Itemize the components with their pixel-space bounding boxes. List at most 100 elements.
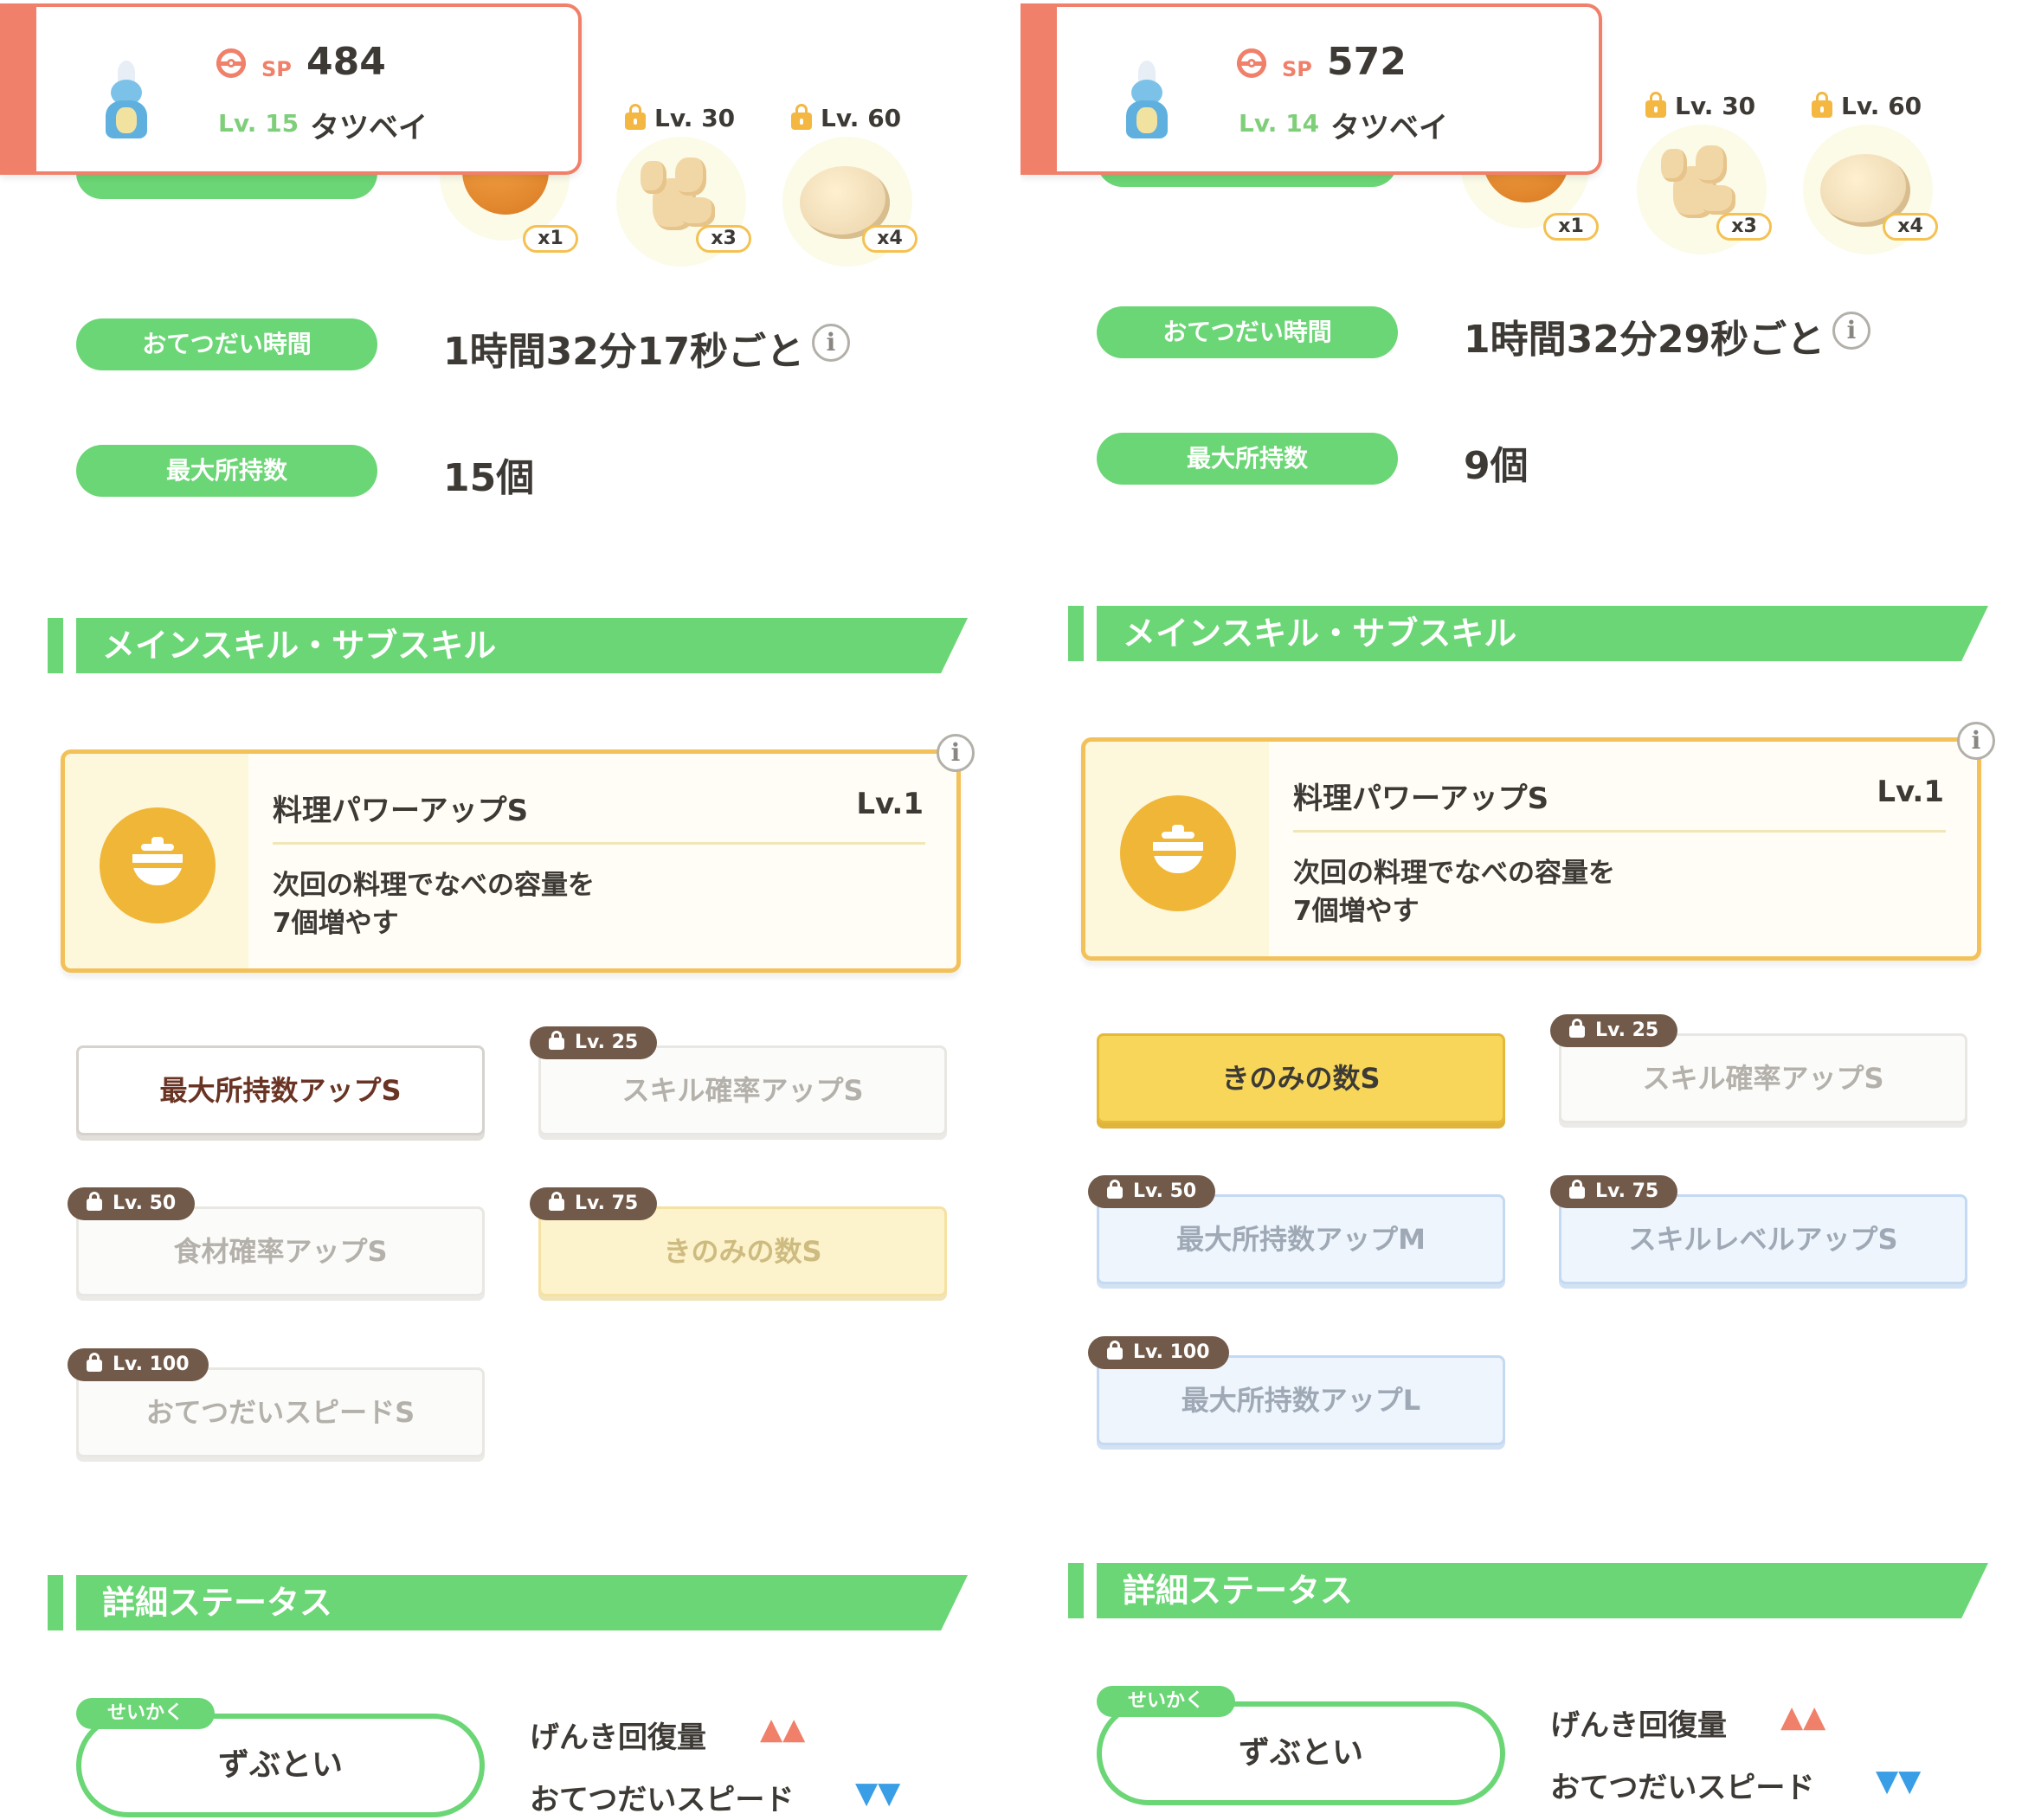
ingredient-1-count: x1 xyxy=(1543,213,1599,241)
sub-skill-5-lock-tag: Lv. 100 xyxy=(68,1348,209,1381)
lock-level: Lv. 50 xyxy=(1133,1180,1197,1202)
left-panel: x1 Lv. 30 x3 Lv. 60 x4 SP 484 Lv. 15 タツベ… xyxy=(0,0,1020,1820)
nature-tag: せいかく xyxy=(1097,1686,1235,1717)
stat-down-arrows: ▼▼ xyxy=(855,1776,901,1810)
ingredient-2-count: x3 xyxy=(1716,213,1772,241)
lock-level: Lv. 50 xyxy=(113,1193,177,1214)
main-skill-desc-line-2: 7個増やす xyxy=(273,908,399,939)
pokemon-level: Lv. 15 xyxy=(218,109,299,138)
pokemon-name: タツベイ xyxy=(1330,111,1448,145)
max-carry-label: 最大所持数 xyxy=(76,445,377,497)
bagon-icon xyxy=(102,61,152,140)
nature-tag: せいかく xyxy=(76,1698,215,1729)
ingredient-3-count: x4 xyxy=(862,225,917,253)
main-skill-info-icon[interactable]: i xyxy=(937,734,975,772)
pokeball-icon xyxy=(216,48,246,78)
stat-down-label: おてつだいスピード xyxy=(530,1783,795,1817)
nature-value[interactable]: ずぶとい xyxy=(1097,1701,1505,1805)
section-accent-bar xyxy=(1068,606,1084,661)
sub-skill-5-lock-tag: Lv. 100 xyxy=(1088,1336,1229,1369)
lock-level: Lv. 100 xyxy=(1133,1341,1210,1363)
section-accent-bar xyxy=(48,1575,63,1630)
right-panel: x1 Lv. 30 x3 Lv. 60 x4 SP 572 Lv. 14 タツベ… xyxy=(1020,0,2041,1820)
main-skill-icon-area xyxy=(65,754,248,968)
max-carry-value: 15個 xyxy=(443,456,535,500)
lock-level: Lv. 25 xyxy=(1595,1019,1659,1041)
sub-skill-3-lock-tag: Lv. 50 xyxy=(68,1187,196,1220)
help-time-value: 1時間32分29秒ごと xyxy=(1464,318,1825,362)
sub-skill-1[interactable]: きのみの数S xyxy=(1097,1033,1505,1123)
divider xyxy=(1293,830,1946,833)
section-accent-bar xyxy=(1068,1563,1084,1618)
lock-icon xyxy=(1645,92,1666,118)
pokeball-icon xyxy=(1237,48,1266,78)
lock-level: Lv. 75 xyxy=(1595,1180,1659,1202)
main-skill-desc-line-1: 次回の料理でなべの容量を xyxy=(273,870,595,901)
main-skill-desc-line-1: 次回の料理でなべの容量を xyxy=(1293,858,1615,889)
stat-down-arrows: ▼▼ xyxy=(1876,1764,1922,1798)
stat-up-label: げんき回復量 xyxy=(1550,1708,1727,1743)
lock-icon xyxy=(1107,1180,1123,1199)
sub-skill-4-lock-tag: Lv. 75 xyxy=(1550,1175,1678,1208)
pokemon-header-card[interactable]: SP 572 Lv. 14 タツベイ xyxy=(1020,3,1602,175)
lock-icon xyxy=(1569,1019,1585,1038)
lock-level: Lv. 75 xyxy=(575,1193,639,1214)
status-section-title: 詳細ステータス xyxy=(102,1584,333,1622)
lock-icon xyxy=(791,104,812,130)
sub-skill-4-lock-tag: Lv. 75 xyxy=(530,1187,658,1220)
section-accent-bar xyxy=(48,618,63,673)
max-carry-label: 最大所持数 xyxy=(1097,433,1398,485)
card-accent-stripe xyxy=(1020,3,1057,175)
skills-section-title: メインスキル・サブスキル xyxy=(1123,614,1517,653)
main-skill-description: 次回の料理でなべの容量を 7個増やす xyxy=(273,866,595,942)
lock-icon xyxy=(549,1192,564,1211)
main-skill-description: 次回の料理でなべの容量を 7個増やす xyxy=(1293,854,1615,930)
ingredient-2-lock-level: Lv. 30 xyxy=(654,104,736,132)
sub-skill-3-lock-tag: Lv. 50 xyxy=(1088,1175,1216,1208)
stat-up-label: げんき回復量 xyxy=(530,1720,706,1755)
ingredient-3-count: x4 xyxy=(1883,213,1938,241)
ingredient-3-lock-level: Lv. 60 xyxy=(821,104,902,132)
main-skill-level: Lv.1 xyxy=(856,787,924,821)
card-accent-stripe xyxy=(0,3,36,175)
main-skill-card[interactable]: 料理パワーアップS Lv.1 次回の料理でなべの容量を 7個増やす xyxy=(61,749,961,973)
help-time-label: おてつだい時間 xyxy=(1097,306,1398,358)
stat-up-arrows: ▲▲ xyxy=(1780,1700,1826,1734)
main-skill-name: 料理パワーアップS xyxy=(273,794,529,828)
help-time-info-icon[interactable]: i xyxy=(812,324,850,362)
stat-up-arrows: ▲▲ xyxy=(760,1712,806,1746)
ingredient-2-count: x3 xyxy=(696,225,751,253)
sub-skill-2-lock-tag: Lv. 25 xyxy=(1550,1014,1678,1047)
main-skill-card[interactable]: 料理パワーアップS Lv.1 次回の料理でなべの容量を 7個増やす xyxy=(1081,737,1981,961)
ingredient-1-count: x1 xyxy=(523,225,578,253)
help-time-label: おてつだい時間 xyxy=(76,318,377,370)
lock-icon xyxy=(625,104,646,130)
sp-value: 484 xyxy=(306,40,386,84)
help-time-value: 1時間32分17秒ごと xyxy=(443,330,805,374)
help-time-info-icon[interactable]: i xyxy=(1832,312,1870,350)
ingredient-3-lock-level: Lv. 60 xyxy=(1841,92,1922,120)
sub-skill-1[interactable]: 最大所持数アップS xyxy=(76,1045,485,1135)
main-skill-level: Lv.1 xyxy=(1877,775,1944,809)
main-skill-desc-line-2: 7個増やす xyxy=(1293,896,1420,927)
stat-down-label: おてつだいスピード xyxy=(1550,1771,1815,1805)
skills-section-title: メインスキル・サブスキル xyxy=(102,627,497,665)
lock-icon xyxy=(549,1031,564,1050)
sp-label: SP xyxy=(1282,57,1312,81)
lock-icon xyxy=(87,1353,102,1372)
lock-icon xyxy=(87,1192,102,1211)
sp-label: SP xyxy=(261,57,292,81)
pokemon-level: Lv. 14 xyxy=(1239,109,1320,138)
lock-level: Lv. 100 xyxy=(113,1354,190,1375)
main-skill-info-icon[interactable]: i xyxy=(1957,722,1995,760)
sp-value: 572 xyxy=(1327,40,1407,84)
status-section-title: 詳細ステータス xyxy=(1123,1572,1354,1610)
nature-value[interactable]: ずぶとい xyxy=(76,1714,485,1817)
main-skill-name: 料理パワーアップS xyxy=(1293,781,1549,816)
ingredient-2-lock-level: Lv. 30 xyxy=(1675,92,1756,120)
main-skill-icon-area xyxy=(1085,742,1269,956)
lock-level: Lv. 25 xyxy=(575,1032,639,1053)
pokemon-header-card[interactable]: SP 484 Lv. 15 タツベイ xyxy=(0,3,582,175)
pokemon-name: タツベイ xyxy=(310,111,428,145)
cooking-pot-icon xyxy=(100,807,216,923)
